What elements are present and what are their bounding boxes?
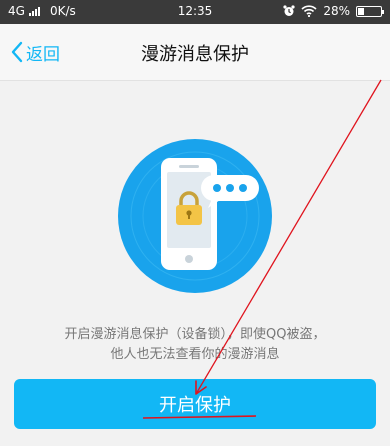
wifi-icon <box>301 5 317 17</box>
description-line-2: 他人也无法查看你的漫游消息 <box>110 347 280 362</box>
battery-percent: 28% <box>323 4 350 18</box>
status-bar: 4G 0K/s 12:35 28% <box>0 0 390 24</box>
phone-lock-illustration <box>118 139 272 293</box>
enable-protection-button[interactable]: 开启保护 <box>14 379 376 429</box>
enable-protection-label: 开启保护 <box>159 395 231 416</box>
description: 开启漫游消息保护（设备锁），即使QQ被盗， 他人也无法查看你的漫游消息 <box>20 325 370 365</box>
status-right: 28% <box>283 4 384 18</box>
nav-bar: 返回 漫游消息保护 <box>0 24 390 81</box>
page-title: 漫游消息保护 <box>141 44 249 65</box>
alarm-icon <box>283 5 295 16</box>
battery-icon <box>356 5 384 17</box>
description-line-1: 开启漫游消息保护（设备锁），即使QQ被盗， <box>64 327 326 342</box>
